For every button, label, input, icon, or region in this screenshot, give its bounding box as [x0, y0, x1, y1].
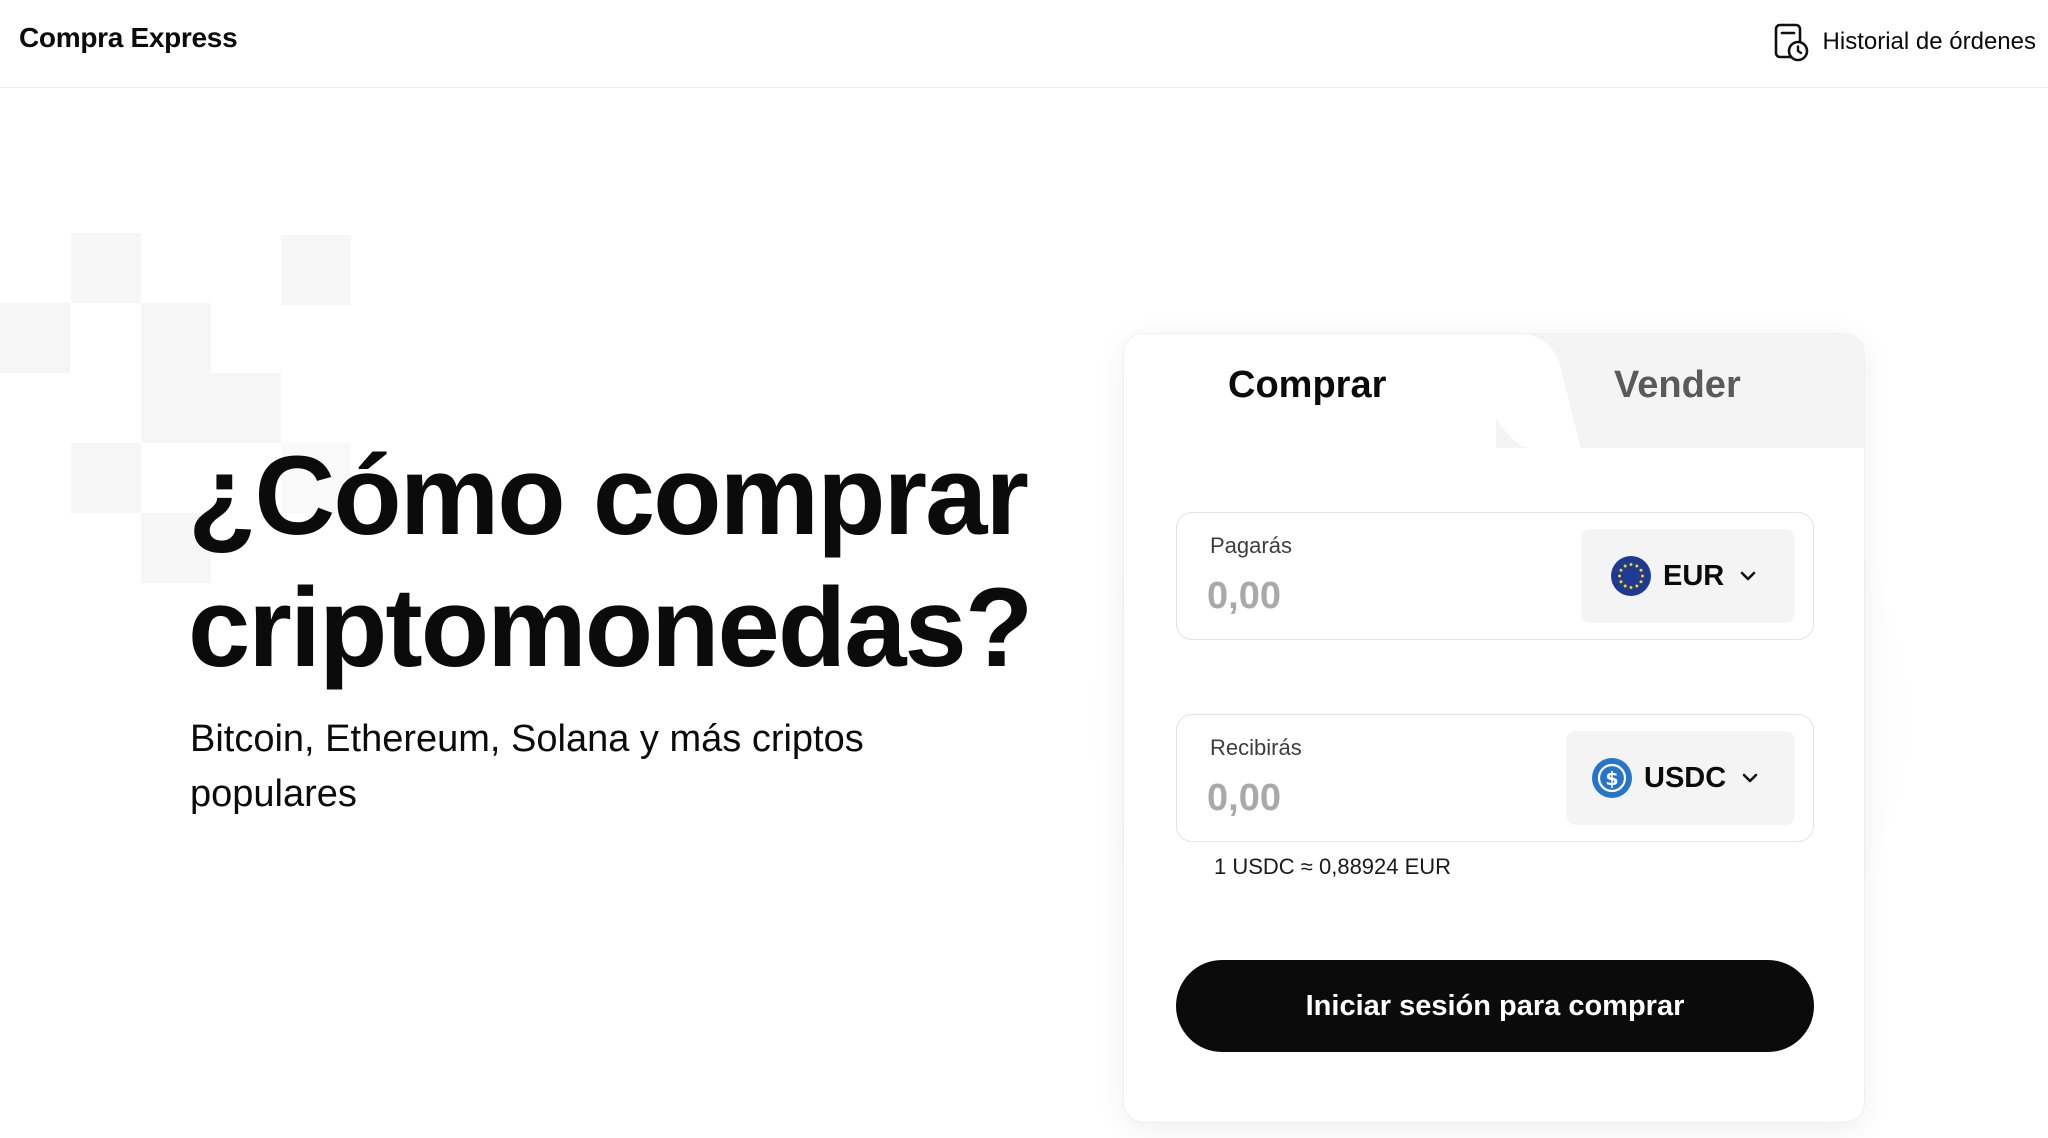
hero-subtitle: Bitcoin, Ethereum, Solana y más criptos … — [190, 712, 950, 822]
tab-sell[interactable]: Vender — [1614, 364, 1741, 407]
pay-currency-code: EUR — [1663, 559, 1725, 592]
order-history-label: Historial de órdenes — [1822, 28, 2036, 55]
hero-subtitle-line-2: populares — [190, 773, 357, 815]
hero-title: ¿Cómo comprar criptomonedas? — [188, 430, 1068, 694]
login-to-buy-button[interactable]: Iniciar sesión para comprar — [1176, 960, 1814, 1052]
chevron-down-icon — [1742, 773, 1758, 783]
usdc-icon: $ — [1592, 758, 1632, 798]
order-history-icon — [1774, 23, 1808, 62]
eur-flag-icon — [1611, 556, 1651, 596]
hero-subtitle-line-1: Bitcoin, Ethereum, Solana y más criptos — [190, 718, 864, 760]
chevron-down-icon — [1740, 571, 1756, 581]
receive-currency-code: USDC — [1644, 761, 1727, 794]
order-history-link[interactable]: Historial de órdenes — [1773, 20, 2036, 64]
receive-currency-selector[interactable]: $ USDC — [1566, 731, 1795, 825]
hero-title-line-2: criptomonedas? — [188, 565, 1033, 690]
exchange-widget: Comprar Vender Pagarás EUR — [1124, 334, 1864, 1122]
receive-label: Recibirás — [1210, 735, 1302, 760]
top-bar: Compra Express Historial de órdenes — [0, 0, 2048, 88]
buy-sell-tabs: Comprar Vender — [1124, 334, 1864, 448]
receive-amount-input[interactable] — [1207, 773, 1547, 823]
hero-title-line-1: ¿Cómo comprar — [188, 433, 1029, 558]
pay-amount-input[interactable] — [1207, 571, 1547, 621]
pay-label: Pagarás — [1210, 533, 1292, 558]
receive-field: Recibirás $ USDC — [1176, 714, 1814, 842]
tab-buy[interactable]: Comprar — [1228, 364, 1386, 407]
svg-text:$: $ — [1605, 768, 1618, 790]
pay-currency-selector[interactable]: EUR — [1581, 529, 1795, 623]
exchange-rate: 1 USDC ≈ 0,88924 EUR — [1214, 854, 1452, 879]
brand-name[interactable]: Compra Express — [19, 22, 238, 54]
pay-field: Pagarás EUR — [1176, 512, 1814, 640]
